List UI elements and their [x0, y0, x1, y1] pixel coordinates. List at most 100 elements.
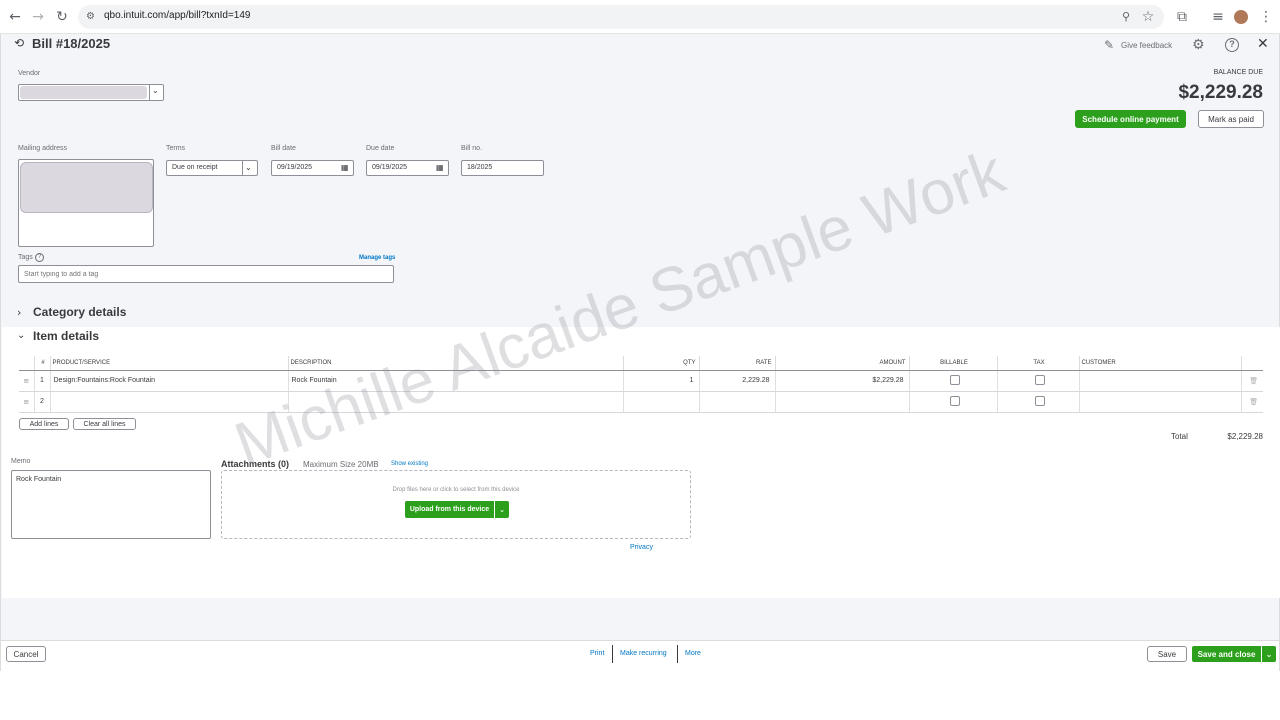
table-row[interactable]: ≡ 2 🗑 [19, 391, 1263, 413]
back-icon[interactable]: ← [7, 9, 23, 25]
total-label: Total [1171, 432, 1188, 441]
media-controls-icon[interactable]: ≡ [1210, 9, 1226, 25]
privacy-link[interactable]: Privacy [630, 544, 653, 551]
trash-icon[interactable]: 🗑 [1241, 391, 1263, 413]
rate-cell[interactable] [699, 391, 776, 413]
profile-avatar[interactable] [1234, 10, 1248, 24]
table-row[interactable]: ≡ 1 Design:Fountains:Rock Fountain Rock … [19, 370, 1263, 392]
customer-cell[interactable] [1079, 391, 1242, 413]
trash-icon[interactable]: 🗑 [1241, 370, 1263, 392]
add-lines-button[interactable]: Add lines [19, 418, 69, 430]
tags-input[interactable] [18, 265, 394, 283]
mark-as-paid-button[interactable]: Mark as paid [1198, 110, 1264, 128]
settings-gear-icon[interactable]: ⚙ [1192, 37, 1205, 53]
manage-tags-link[interactable]: Manage tags [359, 255, 395, 261]
amount-cell[interactable] [775, 391, 910, 413]
drag-column-header [19, 356, 35, 371]
tax-column-header: TAX [997, 356, 1080, 371]
mailing-address-field[interactable] [18, 159, 154, 247]
vendor-select[interactable]: ⌄ [18, 84, 164, 101]
forward-icon[interactable]: → [30, 9, 46, 25]
save-and-close-button[interactable]: Save and close [1192, 646, 1261, 662]
clear-all-lines-button[interactable]: Clear all lines [73, 418, 136, 430]
chevron-down-icon[interactable]: ⌄ [17, 330, 25, 341]
show-existing-link[interactable]: Show existing [391, 461, 428, 467]
tags-help-icon[interactable]: ? [35, 253, 44, 262]
customer-cell[interactable] [1079, 370, 1242, 392]
chevron-down-icon[interactable]: ⌄ [152, 86, 159, 95]
due-date-label: Due date [366, 145, 395, 152]
address-bar[interactable]: ⚙ qbo.intuit.com/app/bill?txnId=149 ⚲ ☆ [78, 5, 1164, 29]
row-number: 1 [34, 370, 51, 392]
give-feedback-link[interactable]: Give feedback [1121, 41, 1172, 50]
attachment-dropzone[interactable]: Drop files here or click to select from … [221, 470, 691, 539]
tax-checkbox[interactable] [1034, 395, 1045, 406]
memo-label: Memo [11, 458, 31, 465]
tax-checkbox[interactable] [1034, 374, 1045, 385]
help-icon[interactable]: ? [1225, 38, 1239, 52]
extensions-icon[interactable]: ⧉ [1174, 9, 1190, 25]
due-date-input[interactable]: 09/19/2025 ▦ [366, 160, 449, 176]
browser-menu-icon[interactable]: ⋮ [1258, 9, 1274, 25]
num-column-header: # [34, 356, 51, 371]
more-link[interactable]: More [685, 650, 701, 657]
customer-column-header: CUSTOMER [1079, 356, 1242, 371]
vendor-redacted-value [20, 86, 147, 99]
billable-checkbox[interactable] [949, 374, 960, 385]
url-text: qbo.intuit.com/app/bill?txnId=149 [104, 10, 251, 21]
rate-column-header: RATE [699, 356, 776, 371]
product-cell[interactable]: Design:Fountains:Rock Fountain [50, 370, 289, 392]
qty-cell[interactable]: 1 [623, 370, 700, 392]
chevron-right-icon[interactable]: › [17, 306, 21, 319]
rate-cell[interactable]: 2,229.28 [699, 370, 776, 392]
print-link[interactable]: Print [590, 650, 604, 657]
select-divider [149, 85, 150, 100]
calendar-icon[interactable]: ▦ [341, 161, 349, 175]
memo-value: Rock Fountain [16, 476, 62, 483]
cancel-button[interactable]: Cancel [6, 646, 46, 662]
chevron-down-icon[interactable]: ⌄ [1262, 646, 1276, 662]
product-cell[interactable] [50, 391, 289, 413]
save-button[interactable]: Save [1147, 646, 1187, 662]
terms-select[interactable]: Due on receipt ⌄ [166, 160, 258, 176]
balance-due-amount: $2,229.28 [1178, 82, 1263, 103]
memo-textarea[interactable]: Rock Fountain [11, 470, 211, 539]
drag-handle-icon[interactable]: ≡ [19, 370, 35, 392]
bill-date-input[interactable]: 09/19/2025 ▦ [271, 160, 354, 176]
footer-bar: Cancel Print Make recurring More Save Sa… [1, 640, 1279, 671]
amount-cell[interactable]: $2,229.28 [775, 370, 910, 392]
terms-value: Due on receipt [172, 164, 218, 171]
delete-column-header [1241, 356, 1263, 371]
schedule-payment-button[interactable]: Schedule online payment [1075, 110, 1186, 128]
bookmark-star-icon[interactable]: ☆ [1140, 9, 1156, 25]
feedback-icon[interactable]: ✎ [1104, 38, 1114, 52]
calendar-icon[interactable]: ▦ [436, 161, 444, 175]
billable-cell [909, 391, 998, 413]
qty-column-header: QTY [623, 356, 700, 371]
amount-column-header: AMOUNT [775, 356, 910, 371]
attachments-title: Attachments (0) [221, 459, 290, 469]
vendor-label: Vendor [18, 70, 41, 77]
chevron-down-icon[interactable]: ⌄ [495, 501, 509, 518]
reload-icon[interactable]: ↻ [54, 9, 70, 25]
upload-button[interactable]: Upload from this device [405, 501, 494, 518]
due-date-value: 09/19/2025 [372, 164, 408, 171]
zoom-icon[interactable]: ⚲ [1118, 9, 1134, 25]
bill-no-input[interactable]: 18/2025 [461, 160, 544, 176]
item-details-heading[interactable]: Item details [33, 329, 99, 343]
product-column-header: PRODUCT/SERVICE [50, 356, 289, 371]
drag-handle-icon[interactable]: ≡ [19, 391, 35, 413]
close-icon[interactable]: ✕ [1257, 36, 1269, 52]
history-icon[interactable]: ⟲ [14, 36, 24, 50]
billable-checkbox[interactable] [949, 395, 960, 406]
page-title: Bill #18/2025 [32, 36, 111, 51]
chevron-down-icon[interactable]: ⌄ [245, 161, 252, 175]
description-cell[interactable]: Rock Fountain [288, 370, 624, 392]
site-info-icon[interactable]: ⚙ [86, 11, 98, 23]
bill-page: ⟲ Bill #18/2025 ✎ Give feedback ⚙ ? ✕ BA… [0, 34, 1280, 671]
bill-date-value: 09/19/2025 [277, 164, 313, 171]
make-recurring-link[interactable]: Make recurring [620, 650, 667, 657]
description-cell[interactable] [288, 391, 624, 413]
qty-cell[interactable] [623, 391, 700, 413]
category-details-heading[interactable]: Category details [33, 305, 126, 319]
